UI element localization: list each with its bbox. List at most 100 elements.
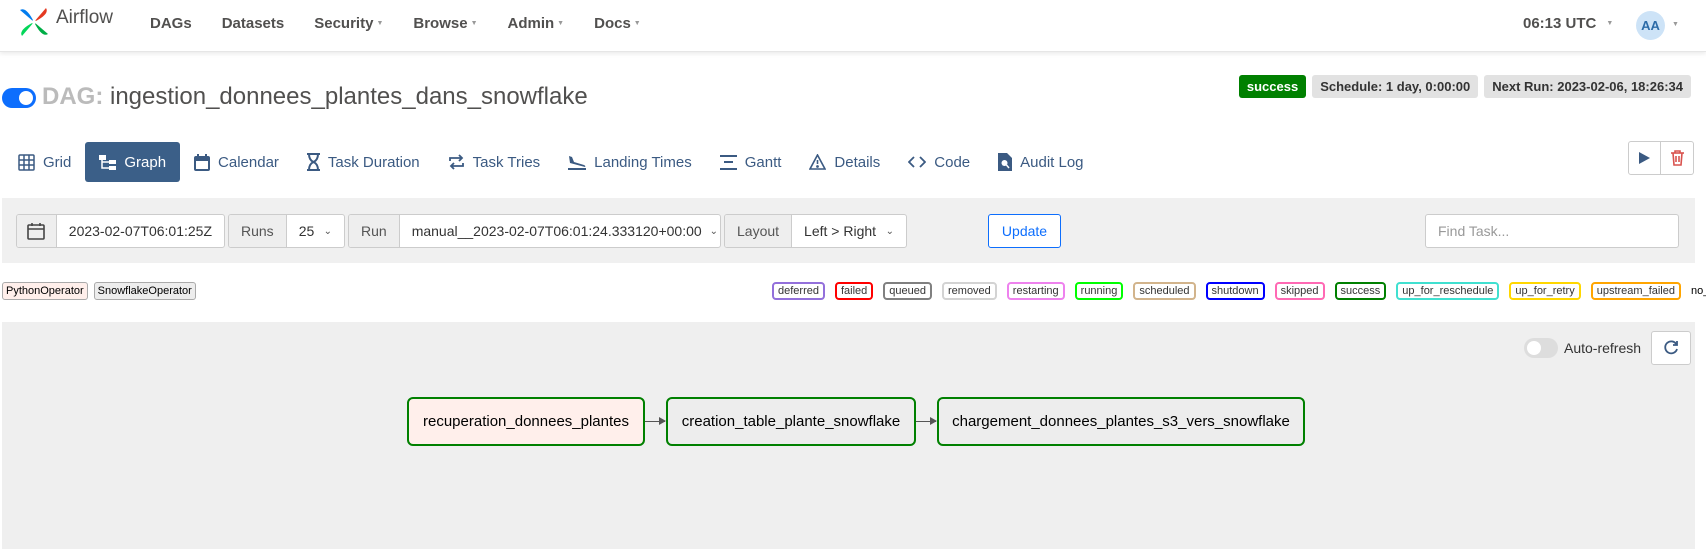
tab-details-label: Details [834,153,881,171]
task-node[interactable]: recuperation_donnees_plantes [407,397,645,446]
caret-down-icon: ▼ [376,20,384,27]
legend-state-restarting[interactable]: restarting [1006,282,1065,300]
dag-actions [1628,141,1694,175]
tab-gantt[interactable]: Gantt [706,142,796,182]
tab-landing-times[interactable]: Landing Times [554,142,706,182]
chevron-down-icon: ⌄ [885,225,894,237]
tab-grid-label: Grid [43,153,72,171]
nav-docs[interactable]: Docs ▼ [594,15,641,32]
task-node[interactable]: creation_table_plante_snowflake [666,397,916,446]
caret-down-icon[interactable]: ▼ [1672,21,1679,28]
graph-filter-bar: 2023-02-07T06:01:25Z Runs 25 ⌄ Run manua… [2,198,1695,263]
tab-details[interactable]: Details [795,142,894,182]
legend-state-upstream-failed[interactable]: upstream_failed [1590,282,1681,300]
plane-landing-icon [568,156,587,170]
tab-task-tries[interactable]: Task Tries [434,142,555,182]
caret-down-icon: ▼ [470,20,478,27]
calendar-icon [194,153,211,171]
tab-code[interactable]: Code [894,142,984,182]
run-select[interactable]: manual__2023-02-07T06:01:24.333120+00:00… [400,215,720,247]
legend-state-failed[interactable]: failed [834,282,874,300]
calendar-icon [27,223,46,240]
tab-task-duration-label: Task Duration [327,153,420,171]
nav-admin[interactable]: Admin ▼ [508,15,565,32]
tab-audit-log[interactable]: Audit Log [984,142,1097,182]
base-date-picker[interactable]: 2023-02-07T06:01:25Z [16,214,225,248]
caret-down-icon: ▼ [1606,20,1614,27]
delete-dag-button[interactable] [1661,141,1694,175]
operator-legend: PythonOperator SnowflakeOperator [2,282,196,300]
tab-code-label: Code [934,153,971,171]
auto-refresh-switch[interactable] [1524,338,1558,358]
legend-snowflake-operator: SnowflakeOperator [93,282,196,300]
nav-datasets-label: Datasets [221,15,285,32]
dependency-edge [916,417,937,425]
legend-state-up-for-reschedule[interactable]: up_for_reschedule [1396,282,1500,300]
run-label: Run [349,215,400,247]
nav-dags[interactable]: DAGs [150,15,192,32]
tab-calendar[interactable]: Calendar [180,142,293,182]
legend-state-scheduled[interactable]: scheduled [1133,282,1196,300]
airflow-logo[interactable]: Airflow [16,4,113,40]
nav-security[interactable]: Security ▼ [314,15,383,32]
legend-state-up-for-retry[interactable]: up_for_retry [1509,282,1581,300]
top-navbar: Airflow DAGs Datasets Security ▼ Browse ▼ … [0,0,1706,52]
task-node-label: recuperation_donnees_plantes [423,413,629,430]
nav-docs-label: Docs [594,15,631,32]
play-icon [1639,152,1650,164]
chevron-down-icon: ⌄ [709,225,719,237]
legend-state-success[interactable]: success [1334,282,1387,300]
pinwheel-icon [20,8,48,36]
nav-browse-label: Browse [413,15,468,32]
calendar-button[interactable] [17,215,57,247]
dependency-edge [645,417,666,425]
find-task-input[interactable] [1425,214,1679,248]
update-button[interactable]: Update [988,214,1061,248]
user-avatar[interactable]: AA [1636,11,1665,40]
tab-grid[interactable]: Grid [4,142,85,182]
utc-clock[interactable]: 06:13 UTC ▼ [1523,15,1613,32]
file-search-icon [998,153,1013,171]
runs-select[interactable]: 25 ⌄ [287,215,344,247]
layout-select[interactable]: Left > Right ⌄ [792,215,906,247]
dag-view-tabs: Grid Graph Calendar Task Duration Task T… [4,142,1098,182]
schedule-badge: Schedule: 1 day, 0:00:00 [1312,75,1479,98]
dag-status-badge[interactable]: success [1238,75,1307,98]
trash-icon [1670,150,1684,166]
tab-gantt-label: Gantt [744,153,782,171]
tab-audit-log-label: Audit Log [1020,153,1084,171]
legend-state-queued[interactable]: queued [883,282,932,300]
legend-state-no-status[interactable]: no_status [1691,283,1706,299]
base-date-input[interactable]: 2023-02-07T06:01:25Z [57,215,224,247]
chevron-down-icon: ⌄ [323,225,332,237]
trigger-dag-button[interactable] [1628,141,1661,175]
legend-state-skipped[interactable]: skipped [1274,282,1325,300]
dag-title: DAG: ingestion_donnees_plantes_dans_snow… [42,83,588,111]
graph-icon [99,154,117,170]
run-select-group: Run manual__2023-02-07T06:01:24.333120+0… [348,214,721,248]
dag-name: ingestion_donnees_plantes_dans_snowflake [110,83,588,110]
next-run-badge: Next Run: 2023-02-06, 18:26:34 [1484,75,1691,98]
legend-state-removed[interactable]: removed [942,282,997,300]
refresh-button[interactable] [1651,331,1691,365]
tab-task-tries-label: Task Tries [472,153,541,171]
legend-python-operator: PythonOperator [2,282,88,300]
task-node[interactable]: chargement_donnees_plantes_s3_vers_snowf… [937,397,1305,446]
nav-browse[interactable]: Browse ▼ [413,15,477,32]
layout-value: Left > Right [804,223,877,239]
legend-state-running[interactable]: running [1074,282,1124,300]
runs-value: 25 [298,223,315,239]
nav-admin-label: Admin [507,15,555,32]
app-name: Airflow [56,7,114,28]
tab-graph[interactable]: Graph [85,142,181,182]
tab-task-duration[interactable]: Task Duration [293,142,434,182]
legend-state-deferred[interactable]: deferred [772,282,825,300]
run-value: manual__2023-02-07T06:01:24.333120+00:00 [411,223,702,239]
nav-datasets[interactable]: Datasets [222,15,285,32]
auto-refresh-toggle[interactable]: Auto-refresh [1524,338,1641,358]
legend-state-shutdown[interactable]: shutdown [1205,282,1265,300]
repeat-icon [448,154,464,170]
dag-pause-toggle[interactable] [2,88,36,108]
clock-label: 06:13 UTC [1523,15,1597,32]
tab-graph-label: Graph [124,153,167,171]
